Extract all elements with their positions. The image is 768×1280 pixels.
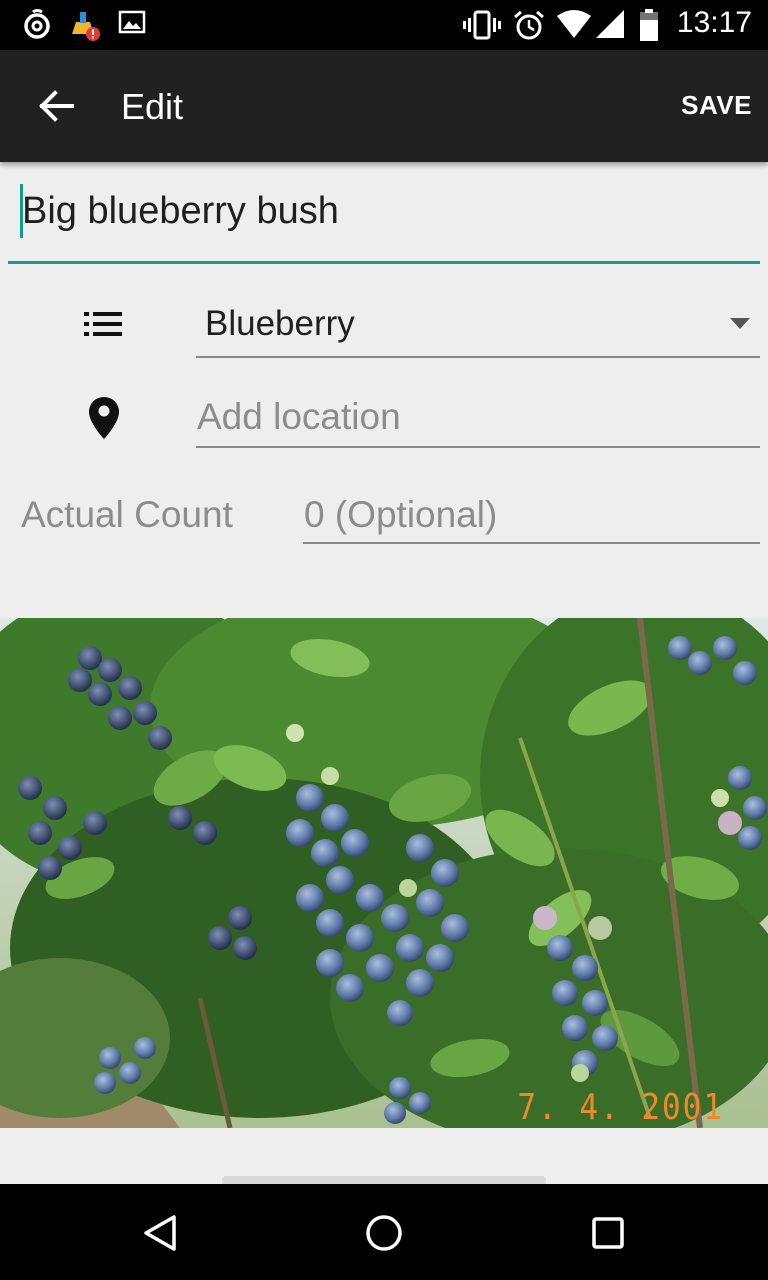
actual-count-placeholder: 0 (Optional) [304,494,498,535]
nav-home-button[interactable] [359,1208,409,1258]
alarm-icon [514,10,544,40]
name-input[interactable]: Big blueberry bush [8,178,760,264]
location-pin-icon [89,397,119,439]
square-recents-icon [592,1217,624,1249]
battery-icon [640,9,658,41]
signal-icon [596,10,624,38]
location-input-placeholder: Add location [197,396,401,437]
app-bar: Edit SAVE [0,50,768,162]
nav-back-button[interactable] [135,1208,185,1258]
location-input[interactable]: Add location [196,392,760,448]
status-time: 13:17 [676,6,752,39]
name-input-value: Big blueberry bush [22,190,339,232]
navigation-bar [0,1184,768,1280]
wifi-icon [557,10,591,38]
circle-home-icon [366,1215,402,1251]
netease-music-icon [24,9,50,39]
vibrate-icon [463,10,501,40]
page-title: Edit [121,86,184,127]
status-bar: 13:17 [0,0,768,50]
dropdown-arrow-icon [730,318,750,329]
actual-count-label: Actual Count [21,494,233,535]
list-icon [84,312,122,336]
triangle-back-icon [144,1215,176,1251]
category-dropdown[interactable]: Blueberry [196,296,760,358]
arrow-back-icon [39,90,74,122]
blueberry-photo-image [0,618,768,1128]
back-button[interactable] [26,76,86,136]
save-button[interactable]: SAVE [681,90,752,121]
cleaner-alert-icon [72,12,100,41]
actual-count-input[interactable]: 0 (Optional) [303,488,760,544]
blueberry-photo[interactable]: 7. 4. 2001 [0,618,768,1128]
nav-recents-button[interactable] [583,1208,633,1258]
scroll-indicator [222,1176,546,1184]
photo-date-stamp: 7. 4. 2001 [517,1086,724,1128]
category-dropdown-value: Blueberry [205,304,355,343]
gallery-icon [118,10,146,34]
